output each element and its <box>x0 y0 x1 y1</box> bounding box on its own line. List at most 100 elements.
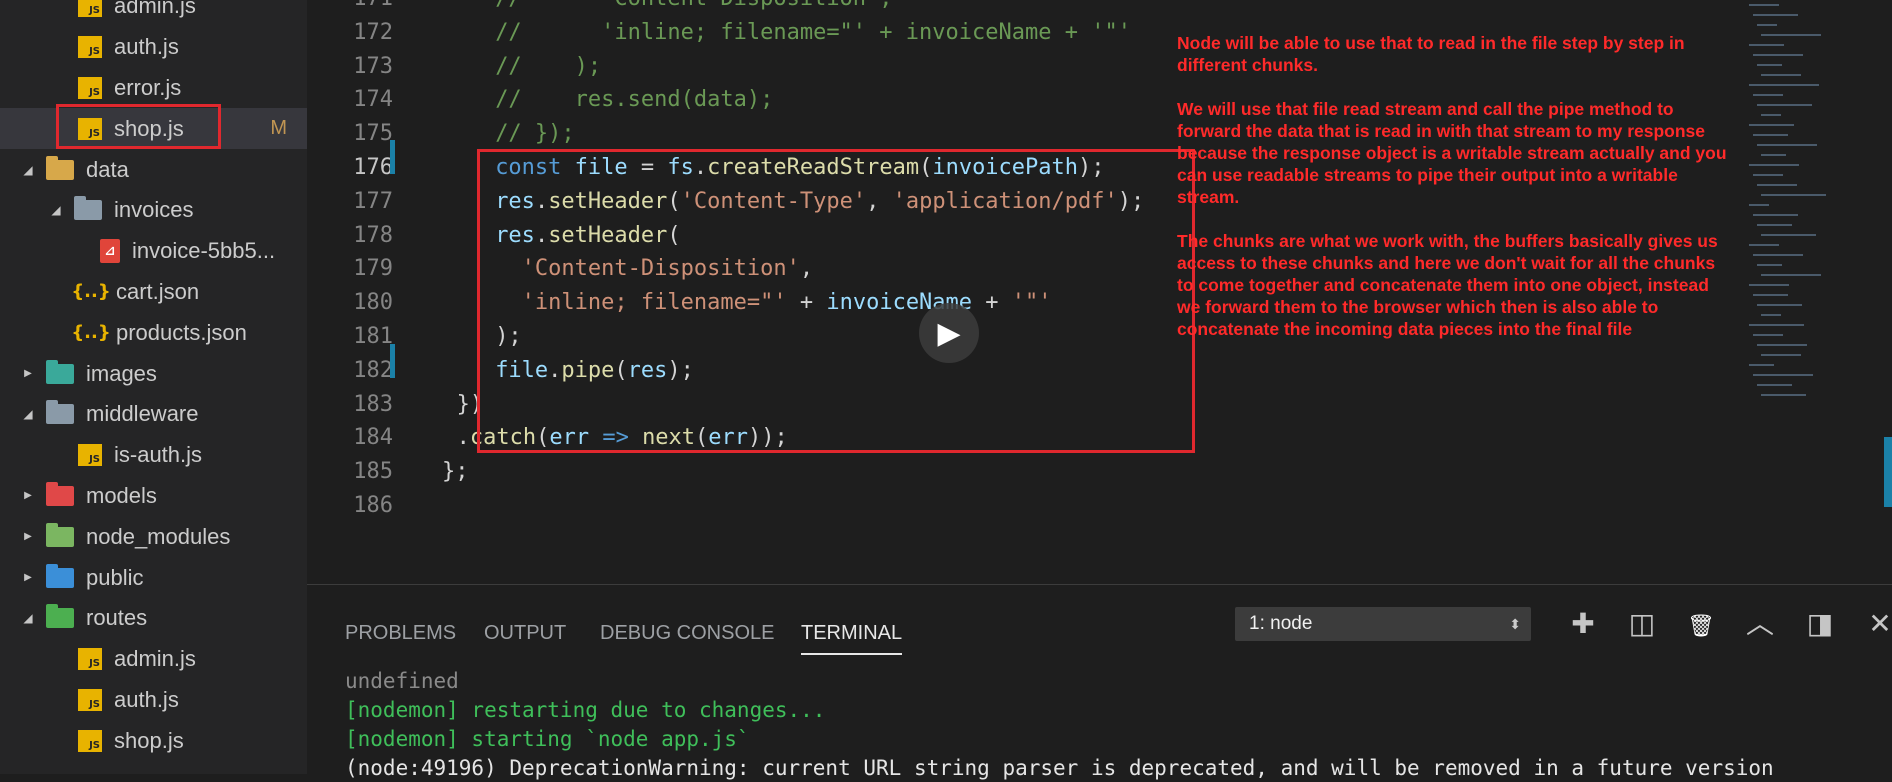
code-token: res <box>495 188 535 214</box>
tree-item-shop-js[interactable]: JS shop.js M <box>0 108 307 150</box>
tree-item-label: shop.js <box>114 727 184 753</box>
code-token: . <box>534 222 549 248</box>
tree-item-images[interactable]: ▶ images <box>0 353 307 394</box>
code-token: + <box>786 290 827 316</box>
minimap-line <box>1761 74 1801 76</box>
minimap-line <box>1753 54 1803 56</box>
tree-item-data[interactable]: ◢ data <box>0 149 307 190</box>
tab-output[interactable]: OUTPUT <box>484 613 566 653</box>
note-paragraph: The chunks are what we work with, the bu… <box>1177 231 1718 339</box>
tree-item-cart-json[interactable]: {..} cart.json <box>0 272 307 313</box>
minimap-line <box>1761 114 1781 116</box>
minimap-line <box>1761 314 1781 316</box>
tree-item-public[interactable]: ▶ public <box>0 557 307 598</box>
split-icon: ◫ <box>1628 607 1656 640</box>
new-terminal-button[interactable]: ✚ <box>1566 607 1600 641</box>
tree-item-error-js[interactable]: JS error.js <box>0 68 307 109</box>
code-line[interactable]: 'Content-Disposition', <box>495 252 813 286</box>
split-terminal-button[interactable]: ◫ <box>1625 607 1659 641</box>
line-number: 181 <box>353 324 393 349</box>
tree-item-invoices[interactable]: ◢ invoices <box>0 190 307 231</box>
js-file-icon: JS <box>78 36 102 59</box>
js-file-icon: JS <box>78 0 102 18</box>
tree-item-auth-js[interactable]: JS auth.js <box>0 27 307 68</box>
minimap-line <box>1757 304 1802 306</box>
code-line[interactable]: const file = fs.createReadStream(invoice… <box>495 151 1104 185</box>
minimap-line <box>1753 334 1783 336</box>
code-token: file <box>574 155 628 180</box>
tree-item-auth-js[interactable]: JS auth.js <box>0 680 307 721</box>
code-token: setHeader <box>548 188 668 214</box>
code-token: res <box>495 222 535 248</box>
tree-item-models[interactable]: ▶ models <box>0 476 307 517</box>
kill-terminal-button[interactable]: 🗑 <box>1684 607 1718 641</box>
tree-item-label: cart.json <box>116 278 200 304</box>
code-line[interactable]: res.setHeader('Content-Type', 'applicati… <box>495 185 1144 219</box>
code-line[interactable]: ); <box>495 320 522 354</box>
git-change-indicator <box>390 344 395 378</box>
tab-problems[interactable]: PROBLEMS <box>345 613 456 653</box>
minimap-line <box>1761 154 1786 156</box>
minimap-line <box>1749 84 1819 86</box>
chevron-right-icon[interactable]: ▶ <box>20 368 36 379</box>
code-line[interactable]: }) <box>457 388 484 422</box>
git-modified-badge: M <box>270 117 287 140</box>
tab-debug-console[interactable]: DEBUG CONSOLE <box>600 613 774 653</box>
code-line[interactable]: // }); <box>495 117 574 151</box>
code-line[interactable]: file.pipe(res); <box>495 354 694 388</box>
minimap-line <box>1753 214 1798 216</box>
tab-terminal[interactable]: TERMINAL <box>801 613 903 655</box>
code-token: = <box>627 155 668 180</box>
code-token: . <box>548 357 562 383</box>
code-line[interactable]: res.setHeader( <box>495 219 680 253</box>
close-panel-button[interactable]: ✕ <box>1863 607 1892 641</box>
toggle-panel-position-button[interactable]: ◨ <box>1803 607 1837 641</box>
chevron-right-icon[interactable]: ▶ <box>20 572 36 583</box>
tree-item-products-json[interactable]: {..} products.json <box>0 312 307 353</box>
tree-item-routes[interactable]: ◢ routes <box>0 598 307 639</box>
tree-item-is-auth-js[interactable]: JS is-auth.js <box>0 435 307 476</box>
code-line[interactable]: // ); <box>495 50 601 84</box>
code-line[interactable]: }; <box>442 455 469 489</box>
play-button[interactable]: ▶ <box>919 303 979 363</box>
tree-item-invoice-5bb5-[interactable]: ⊿ invoice-5bb5... <box>0 231 307 272</box>
tree-item-label: middleware <box>86 401 199 427</box>
terminal-select-value: 1: node <box>1249 613 1313 634</box>
line-number: 186 <box>353 493 393 518</box>
chevron-right-icon[interactable]: ▶ <box>20 531 36 542</box>
terminal-select[interactable]: 1: node ⬍ <box>1235 607 1531 641</box>
chevron-down-icon[interactable]: ◢ <box>20 407 36 421</box>
folder-icon <box>46 481 74 506</box>
code-line[interactable]: // 'Content-Disposition', <box>495 0 892 16</box>
chevron-down-icon[interactable]: ◢ <box>20 163 36 177</box>
code-line[interactable]: // res.send(data); <box>495 83 773 117</box>
maximize-panel-button[interactable]: ︿ <box>1743 607 1777 641</box>
code-token: setHeader <box>548 222 668 248</box>
chevron-down-icon[interactable]: ◢ <box>48 203 64 217</box>
code-line[interactable]: // 'inline; filename="' + invoiceName + … <box>495 16 1131 50</box>
minimap-line <box>1749 204 1769 206</box>
minimap-line <box>1761 394 1806 396</box>
minimap-line <box>1753 174 1783 176</box>
minimap-line <box>1757 344 1807 346</box>
close-icon: ✕ <box>1868 607 1892 640</box>
tree-item-admin-js[interactable]: JS admin.js <box>0 639 307 680</box>
folder-icon <box>46 400 74 425</box>
editor-scrollbar-thumb[interactable] <box>1884 437 1892 507</box>
tree-item-node-modules[interactable]: ▶ node_modules <box>0 516 307 557</box>
code-token: catch <box>469 425 537 451</box>
code-line[interactable]: .catch(err => next(err)); <box>457 421 788 455</box>
tree-item-middleware[interactable]: ◢ middleware <box>0 394 307 435</box>
line-number: 183 <box>353 391 393 417</box>
chevron-right-icon[interactable]: ▶ <box>20 490 36 501</box>
terminal-line: [nodemon] starting `node app.js` <box>345 727 750 751</box>
tree-item-shop-js[interactable]: JS shop.js <box>0 720 307 761</box>
tree-item-label: invoices <box>114 197 194 223</box>
minimap[interactable] <box>1737 0 1877 420</box>
minimap-line <box>1757 24 1777 26</box>
tree-item-admin-js[interactable]: JS admin.js <box>0 0 307 27</box>
code-token: const <box>495 155 575 180</box>
code-token: ( <box>919 155 933 180</box>
code-editor[interactable]: 171 172 173 174 175 176 177 178 179 180 181 182 183 1… <box>307 0 1892 584</box>
chevron-down-icon[interactable]: ◢ <box>20 611 36 625</box>
